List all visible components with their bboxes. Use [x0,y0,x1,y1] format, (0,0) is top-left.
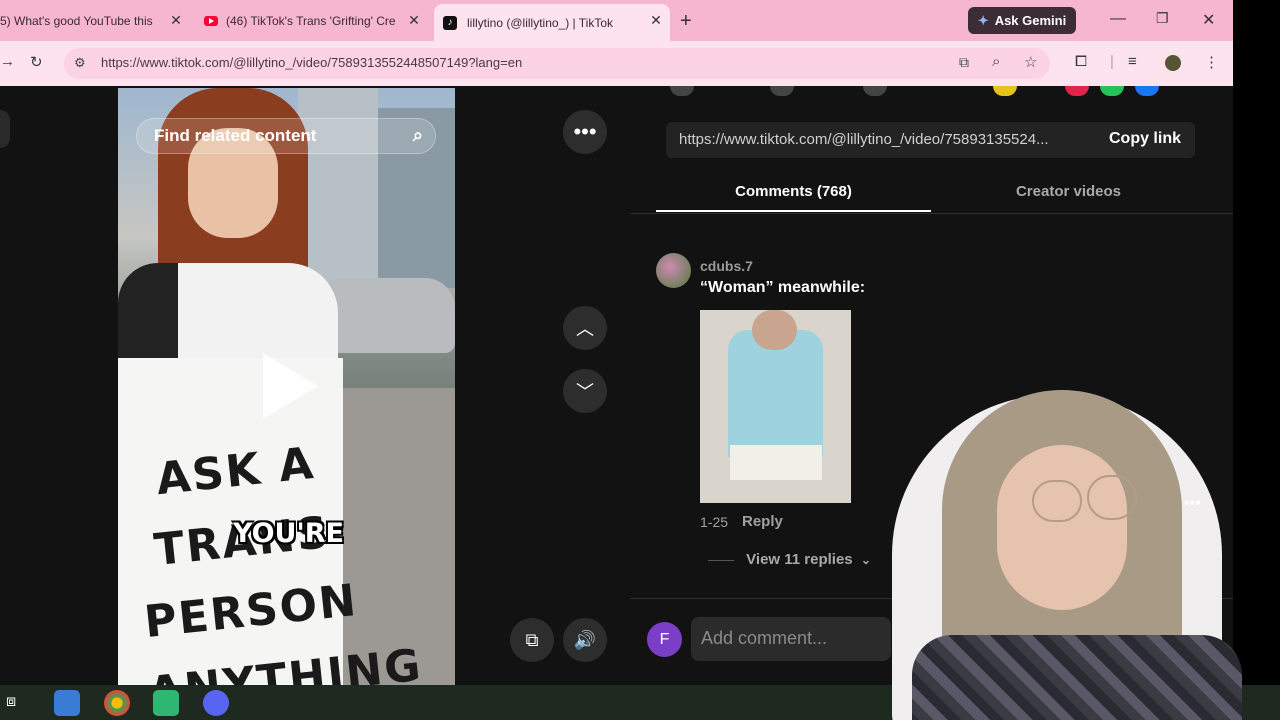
gemini-icon: ✦ [977,12,989,28]
media-control-icon[interactable]: ≡ [1128,53,1137,70]
chrome-icon[interactable] [104,690,130,716]
tab-title: (46) TikTok's Trans 'Grifting' Cre [226,13,396,28]
tab-tiktok[interactable]: ♪ lillytino (@lillytino_) | TikTok ✕ [434,4,670,41]
play-icon[interactable] [263,353,318,419]
app-icon[interactable] [54,690,80,716]
more-options-icon: ••• [1184,495,1201,512]
volume-icon[interactable]: 🔊 [563,618,607,662]
sidewalk [338,388,455,685]
share-icon[interactable] [1065,86,1089,96]
tab-comments[interactable]: Comments (768) [656,172,931,212]
app-icon[interactable] [153,690,179,716]
divider [630,213,1233,214]
tab-title: lillytino (@lillytino_) | TikTok [467,15,613,30]
sign-line: ASK A [153,437,318,506]
comment-date: 1-25 [700,514,729,530]
address-bar[interactable]: ⚙ https://www.tiktok.com/@lillytino_/vid… [64,48,1050,79]
facebook-icon[interactable] [1135,86,1159,96]
ask-gemini-button[interactable]: ✦ Ask Gemini [968,7,1076,34]
browser-toolbar: → ↻ ⚙ https://www.tiktok.com/@lillytino_… [0,41,1233,86]
like-icon[interactable] [670,86,694,96]
discord-icon[interactable] [203,690,229,716]
divider [708,559,734,561]
chevron-down-icon[interactable]: ﹀ [563,369,607,413]
new-tab-button[interactable]: + [680,10,692,33]
streamer-shirt [912,635,1242,720]
avatar[interactable] [656,253,691,288]
copy-link-button[interactable]: Copy link [1109,130,1181,148]
tab-youtube-1[interactable]: 5) What's good YouTube this ✕ [0,6,190,35]
close-icon[interactable]: ✕ [648,12,664,29]
tab-youtube-2[interactable]: (46) TikTok's Trans 'Grifting' Cre ✕ [196,6,428,35]
sign-line: ANYTHING [146,639,425,685]
forward-icon[interactable]: → [0,53,15,70]
video-player[interactable]: ASK A TRANS PERSON ANYTHING Find related… [118,88,455,685]
find-related-search[interactable]: Find related content ⌕ [136,118,436,154]
separator: | [1110,53,1114,70]
share-icon[interactable] [993,86,1017,96]
sign-line: PERSON [141,574,361,649]
close-icon[interactable]: ✕ [168,12,184,29]
image-figure-head [752,310,797,350]
comment-text: “Woman” meanwhile: [700,279,866,296]
close-window-icon[interactable]: ✕ [1202,10,1215,30]
search-icon: ⌕ [412,125,423,145]
comment-icon[interactable] [770,86,794,96]
close-icon[interactable]: ✕ [406,12,422,29]
site-settings-icon[interactable]: ⚙ [74,55,86,71]
reply-button[interactable]: Reply [742,513,783,530]
chevron-up-icon[interactable]: ︿ [563,306,607,350]
glasses [1032,480,1082,522]
tiktok-icon: ♪ [443,15,457,30]
share-url[interactable]: https://www.tiktok.com/@lillytino_/video… [679,131,1084,148]
streamer-face [997,445,1127,610]
minimize-icon[interactable]: — [1110,10,1126,28]
video-caption: YOU'RE [233,518,344,549]
tab-strip: 5) What's good YouTube this ✕ (46) TikTo… [0,0,1233,41]
bookmark-icon[interactable] [863,86,887,96]
glasses [1087,475,1137,520]
bookmark-star-icon[interactable]: ☆ [1024,53,1037,71]
reload-icon[interactable]: ↻ [30,53,43,71]
more-options-icon[interactable]: ••• [563,110,607,154]
find-related-label: Find related content [154,126,317,145]
gemini-label: Ask Gemini [994,13,1067,28]
url-text[interactable]: https://www.tiktok.com/@lillytino_/video… [101,55,522,70]
extensions-icon[interactable]: ⧠ [1075,53,1087,70]
tab-title: 5) What's good YouTube this [0,13,153,28]
picture-in-picture-icon[interactable]: ⧉ [510,618,554,662]
restore-icon[interactable]: ❐ [1156,10,1169,27]
share-link-box: https://www.tiktok.com/@lillytino_/video… [666,122,1195,158]
comment-username[interactable]: cdubs.7 [700,258,753,274]
zoom-icon[interactable]: ⌕ [992,53,1000,70]
youtube-icon [204,15,218,26]
whatsapp-icon[interactable] [1100,86,1124,96]
tab-creator-videos[interactable]: Creator videos [931,172,1206,212]
task-view-icon[interactable]: ⧈ [6,693,16,711]
menu-icon[interactable]: ⋮ [1204,53,1219,71]
share-row [665,86,1195,98]
current-user-avatar[interactable]: F [647,622,682,657]
profile-avatar[interactable] [1165,55,1181,71]
webcam-overlay: ••• [792,385,1280,720]
install-app-icon[interactable]: ⧉ [959,54,969,71]
left-edge-button[interactable] [0,110,10,148]
